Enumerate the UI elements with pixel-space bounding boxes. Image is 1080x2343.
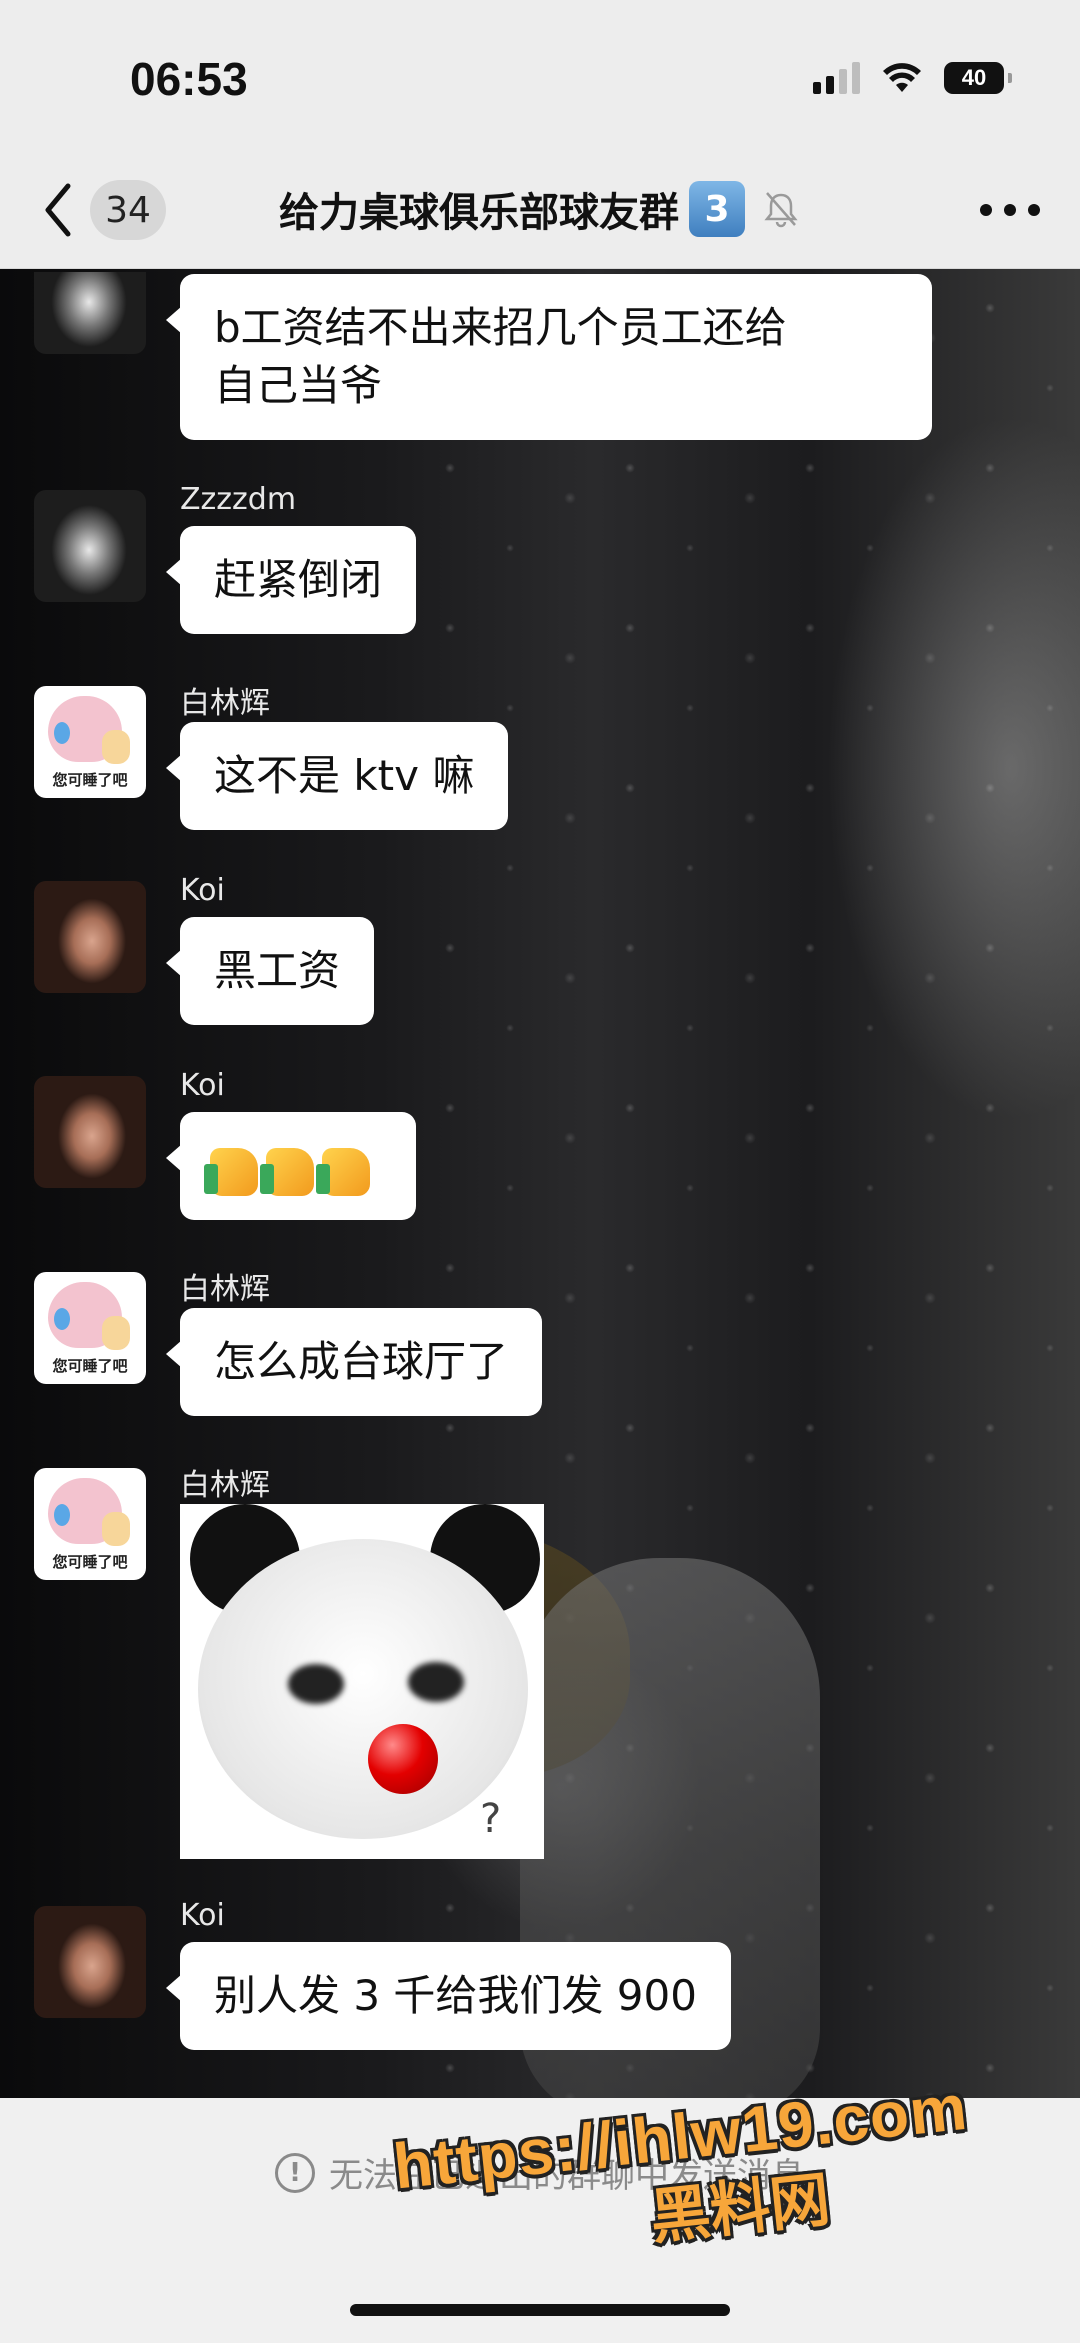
dot-icon (1028, 204, 1040, 216)
status-time: 06:53 (130, 53, 248, 105)
hand-icon (102, 1316, 130, 1350)
avatar-caption: 您可睡了吧 (52, 771, 128, 789)
message-text-line: 自己当爷 (214, 361, 383, 410)
sender-name: 白林辉 (180, 1468, 270, 1503)
message-text: 这不是 ktv 嘛 (214, 751, 475, 800)
thumbs-up-icon (204, 1147, 258, 1196)
chevron-left-icon (45, 183, 71, 237)
sweat-drop-icon (54, 1308, 70, 1330)
avatar[interactable] (34, 490, 146, 602)
avatar[interactable]: 您可睡了吧 (34, 686, 146, 798)
sender-name: Koi (180, 1898, 225, 1933)
sweat-drop-icon (54, 1504, 70, 1526)
message-bubble[interactable]: b工资结不出来招几个员工还给 自己当爷 (166, 274, 932, 440)
member-badge: 3 (689, 181, 745, 237)
red-nose (368, 1724, 438, 1794)
message-bubble[interactable]: 这不是 ktv 嘛 (165, 722, 509, 830)
more-options-button[interactable] (980, 190, 1040, 230)
hand-icon (102, 730, 130, 764)
status-icons: 40 (813, 58, 1012, 98)
avatar[interactable] (34, 881, 146, 993)
avatar[interactable]: 您可睡了吧 (34, 1468, 146, 1580)
sender-name: Koi (180, 873, 225, 908)
battery-icon: 40 (944, 62, 1012, 94)
dot-icon (1004, 204, 1016, 216)
wifi-icon (883, 63, 921, 92)
sender-name: Zzzzdm (180, 482, 297, 517)
panda-face (198, 1539, 528, 1839)
message-text: 黑工资 (214, 946, 341, 995)
sticker-image[interactable]: ? (180, 1504, 544, 1859)
avatar-caption: 您可睡了吧 (52, 1553, 128, 1571)
mute-bell-icon (764, 192, 798, 228)
message-text: 怎么成台球厅了 (214, 1337, 509, 1386)
sender-name: Koi (180, 1068, 225, 1103)
sweat-drop-icon (54, 722, 70, 744)
message-bubble[interactable]: 怎么成台球厅了 (165, 1308, 543, 1416)
avatar-caption: 您可睡了吧 (52, 1357, 128, 1375)
dot-icon (980, 204, 992, 216)
chat-header: 34 给力桌球俱乐部球友群 3 (0, 150, 1080, 269)
status-bar: 06:53 40 (0, 0, 1080, 150)
thumbs-up-icon (316, 1147, 370, 1196)
message-text: 别人发 3 千给我们发 900 (214, 1971, 697, 2020)
info-icon: ! (275, 2152, 315, 2193)
group-name: 给力桌球俱乐部球友群 (279, 190, 679, 236)
panda-eye (288, 1664, 344, 1704)
thumbs-up-icon (260, 1147, 314, 1196)
message-bubble[interactable] (166, 1112, 416, 1220)
hand-icon (102, 1512, 130, 1546)
back-button[interactable]: 34 (40, 178, 190, 242)
signal-icon (813, 62, 860, 94)
message-text: 赶紧倒闭 (214, 555, 383, 604)
sender-name: 白林辉 (180, 1272, 270, 1307)
avatar[interactable]: 您可睡了吧 (34, 1272, 146, 1384)
message-bubble[interactable]: 黑工资 (165, 917, 375, 1025)
avatar[interactable] (34, 1906, 146, 2018)
chat-title[interactable]: 给力桌球俱乐部球友群 3 (279, 180, 801, 238)
message-text-line: b工资结不出来招几个员工还给 (214, 303, 787, 352)
avatar[interactable] (34, 1076, 146, 1188)
message-bubble[interactable]: 别人发 3 千给我们发 900 (166, 1942, 731, 2050)
message-bubble[interactable]: 赶紧倒闭 (165, 526, 417, 634)
home-indicator[interactable] (350, 2304, 730, 2316)
unread-count-badge: 34 (90, 180, 166, 240)
sticker-question-mark: ? (480, 1796, 502, 1842)
panda-eye (408, 1662, 464, 1702)
sender-name: 白林辉 (180, 686, 270, 721)
